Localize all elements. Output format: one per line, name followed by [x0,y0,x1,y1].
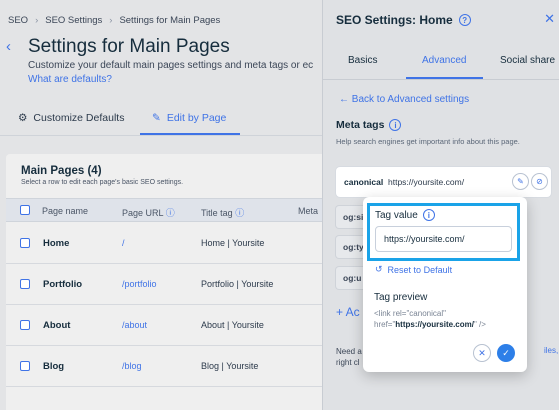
row-title-tag: Portfolio | Yoursite [201,279,274,289]
breadcrumb: SEO › SEO Settings › Settings for Main Pages [8,15,220,26]
page-title: Settings for Main Pages [28,36,230,57]
back-to-advanced-link[interactable]: ← Back to Advanced settings [339,94,469,105]
row-checkbox[interactable] [20,361,30,371]
header-title-tag: Title tag ⓘ [201,206,244,219]
arrow-left-icon: ← [339,94,349,105]
reset-label: Reset to Default [387,264,453,275]
back-link-label: Back to Advanced settings [351,94,470,105]
gear-icon: ⚙ [18,112,28,124]
tag-key: og:u [343,273,362,283]
card-subtitle: Select a row to edit each page's basic S… [21,179,184,186]
og-tag-row[interactable]: og:ty [336,236,366,258]
divider [0,135,322,136]
preview-suffix: " /> [473,320,486,329]
main-pages-card: Main Pages (4) Select a row to edit each… [6,154,322,410]
breadcrumb-item-seo[interactable]: SEO [8,15,28,26]
cancel-button[interactable]: ✕ [473,344,491,362]
og-tag-row[interactable]: og:u [336,267,366,289]
tag-preview-label: Tag preview [374,292,428,303]
header-page-url: Page URL ⓘ [122,206,175,219]
tag-value-label: Tag value i [375,209,435,221]
og-tag-row[interactable]: og:si [336,206,366,228]
edit-icon[interactable]: ✎ [512,173,529,190]
row-checkbox[interactable] [20,279,30,289]
info-icon[interactable]: i [389,119,402,131]
reset-to-default-button[interactable]: ↺ Reset to Default [375,264,452,275]
info-icon[interactable]: i [422,209,435,221]
panel-title: SEO Settings: Home ? [336,13,471,27]
header-page-name: Page name [42,206,89,216]
meta-tags-label: Meta tags [336,119,385,131]
reset-icon: ↺ [375,264,383,274]
pencil-icon: ✎ [152,112,161,124]
what-are-defaults-link[interactable]: What are defaults? [28,74,112,85]
row-title-tag: Blog | Yoursite [201,361,259,371]
chevron-right-icon: › [35,15,39,26]
select-all-checkbox[interactable] [20,205,30,215]
tag-key: og:ty [343,242,364,252]
close-icon[interactable]: ✕ [544,11,555,27]
page-subtitle: Customize your default main pages settin… [28,60,314,71]
table-row[interactable]: About /about About | Yoursite [6,305,322,346]
tab-social-share[interactable]: Social share [500,55,555,66]
canonical-tag-row[interactable]: canonical https://yoursite.com/ ✎ ⊘ [336,167,551,197]
tab-basics[interactable]: Basics [348,55,377,66]
row-page-name: Blog [43,361,65,372]
add-tag-button[interactable]: + Ac [336,305,360,319]
hide-icon[interactable]: ⊘ [531,173,548,190]
header-meta: Meta [298,206,319,216]
main-pages-settings: SEO › SEO Settings › Settings for Main Pages… [0,0,322,410]
meta-tags-help: Help search engines get important info a… [336,137,520,146]
divider [323,79,559,80]
tag-key: canonical [344,177,384,187]
row-title-tag: Home | Yoursite [201,238,265,248]
row-checkbox[interactable] [20,320,30,330]
table-header: Page name Page URL ⓘ Title tag ⓘ Meta [6,198,322,222]
tag-value-label-text: Tag value [375,209,418,221]
chevron-right-icon: › [109,15,113,26]
info-icon[interactable]: ⓘ [235,208,244,218]
header-label: Title tag [201,208,233,218]
help-link[interactable]: iles, [544,346,558,355]
card-title: Main Pages (4) [21,165,102,177]
tab-label: Customize Defaults [33,112,125,124]
row-title-tag: About | Yoursite [201,320,264,330]
header-label: Page URL [122,208,164,218]
table-row[interactable]: Blog /blog Blog | Yoursite [6,346,322,387]
row-checkbox[interactable] [20,238,30,248]
row-page-url: /portfolio [122,279,157,289]
tag-value: https://yoursite.com/ [388,177,465,187]
help-line: right cl [336,358,360,367]
row-page-url: /about [122,320,148,330]
check-icon: ✓ [502,347,510,358]
help-footer-text: Need a right cl [336,346,362,368]
back-chevron-icon[interactable]: ‹ [6,38,11,55]
meta-tags-heading: Meta tags i [336,119,402,131]
help-icon[interactable]: ? [458,14,471,26]
row-page-url: /blog [122,361,142,371]
tab-edit-by-page[interactable]: ✎ Edit by Page [152,112,226,124]
table-row[interactable]: Home / Home | Yoursite [6,223,322,264]
tag-value-input[interactable] [375,226,512,252]
breadcrumb-item-current: Settings for Main Pages [119,15,221,26]
tag-preview-code: <link rel="canonical" href="https://your… [374,308,519,330]
confirm-button[interactable]: ✓ [497,344,515,362]
info-icon[interactable]: ⓘ [166,208,175,218]
tab-label: Edit by Page [166,112,227,124]
help-line: Need a [336,347,362,356]
row-page-name: Home [43,238,70,249]
table-row[interactable]: Portfolio /portfolio Portfolio | Yoursit… [6,264,322,305]
row-page-name: About [43,320,71,331]
settings-tabs: ⚙ Customize Defaults ✎ Edit by Page [0,112,322,134]
preview-url: https://yoursite.com/ [395,320,474,329]
row-page-url: / [122,238,125,248]
tag-key: og:si [343,212,364,222]
close-icon: ✕ [478,347,486,358]
tab-customize-defaults[interactable]: ⚙ Customize Defaults [18,112,124,124]
panel-tabs: Basics Advanced Social share [323,55,559,79]
tab-advanced[interactable]: Advanced [422,55,466,66]
panel-title-text: SEO Settings: Home [336,13,453,27]
breadcrumb-item-seo-settings[interactable]: SEO Settings [45,15,102,26]
row-page-name: Portfolio [43,279,83,290]
